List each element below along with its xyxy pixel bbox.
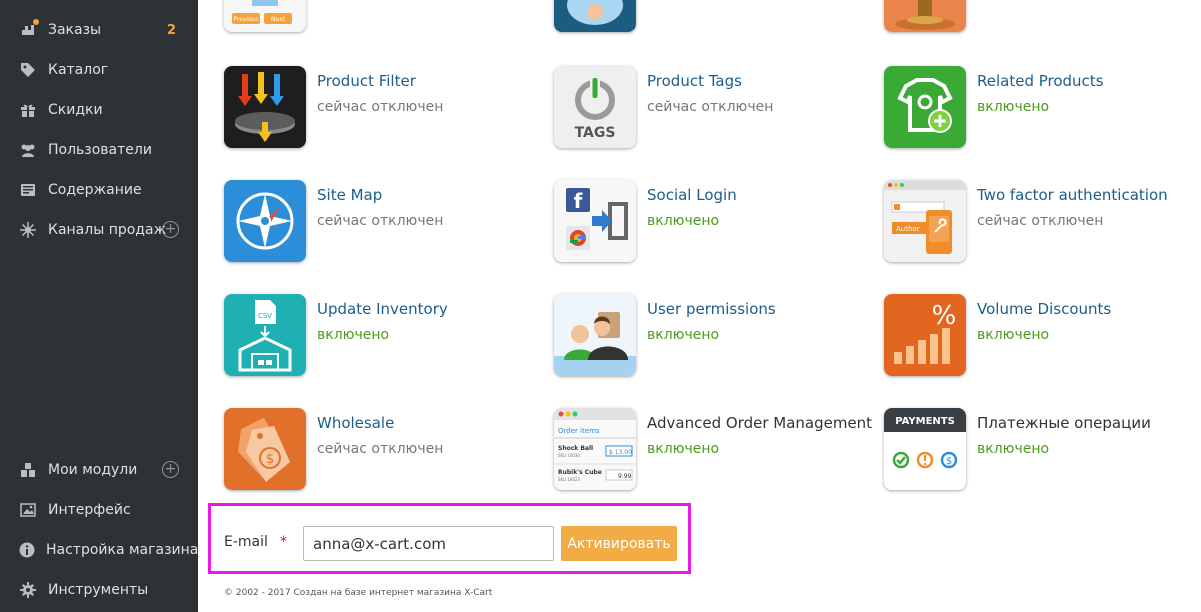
module-status: сейчас отключен <box>317 99 444 115</box>
module-status: включено <box>317 327 390 343</box>
module-name-link[interactable]: User permissions <box>647 300 776 318</box>
gear-icon <box>18 581 38 599</box>
sidebar-item-store-setup[interactable]: Настройка магазина <box>0 530 198 570</box>
order-price-2: 9.99 <box>618 473 632 480</box>
sidebar-item-label: Содержание <box>48 182 142 198</box>
payments-icon[interactable]: PAYMENTS $ <box>884 408 966 490</box>
module-status: включено <box>977 99 1050 115</box>
orders-count-badge: 2 <box>166 22 176 38</box>
users-icon <box>18 141 38 159</box>
order-item-2: Rubik's Cube <box>558 469 602 476</box>
sidebar-item-my-modules[interactable]: Мои модули + <box>0 450 198 490</box>
tag-icon <box>18 61 38 79</box>
order-sku-1: SKU 10030 <box>558 453 580 458</box>
module-name-link[interactable]: Related Products <box>977 72 1104 90</box>
module-status: сейчас отключен <box>317 441 444 457</box>
email-label: E-mail <box>224 534 268 550</box>
sidebar-item-label: Настройка магазина <box>46 542 199 558</box>
footer-copyright: © 2002 - 2017 Создан на базе интернет ма… <box>224 588 493 598</box>
sidebar-item-label: Интерфейс <box>48 502 131 518</box>
add-module-icon[interactable]: + <box>162 461 179 478</box>
sidebar-item-label: Пользователи <box>48 142 152 158</box>
module-name: Платежные операции <box>977 414 1151 432</box>
sidebar-item-sales-channels[interactable]: Каналы продаж + <box>0 210 198 250</box>
sidebar-item-content[interactable]: Содержание <box>0 170 198 210</box>
order-items-title: Order items <box>558 427 600 435</box>
notification-dot <box>33 19 39 25</box>
content-icon <box>18 181 38 199</box>
module-name-link[interactable]: Volume Discounts <box>977 300 1111 318</box>
pager-next-text: Next <box>271 16 286 23</box>
two-factor-icon[interactable]: Author <box>884 180 966 262</box>
svg-text:f: f <box>574 189 583 213</box>
partial-module-tile-1[interactable]: Previous Next <box>224 0 306 32</box>
partial-module-tile-3[interactable] <box>884 0 966 32</box>
module-name-link[interactable]: Update Inventory <box>317 300 448 318</box>
info-icon <box>18 541 36 559</box>
channels-icon <box>18 221 38 239</box>
tags-icon-text: TAGS <box>575 125 616 141</box>
module-name-link[interactable]: Product Filter <box>317 72 416 90</box>
required-mark: * <box>280 534 287 550</box>
email-input[interactable] <box>303 526 554 561</box>
sidebar-item-label: Скидки <box>48 102 103 118</box>
module-status: включено <box>647 213 720 229</box>
percent-text: % <box>932 301 957 331</box>
module-status: включено <box>977 441 1050 457</box>
product-filter-icon[interactable] <box>224 66 306 148</box>
order-item-1: Shock Ball <box>558 445 593 452</box>
order-sku-2: SKU 10023 <box>558 477 580 482</box>
compass-icon[interactable] <box>224 180 306 262</box>
add-channel-icon[interactable]: + <box>162 221 179 238</box>
image-icon <box>18 501 38 519</box>
sidebar-item-label: Инструменты <box>48 582 149 598</box>
sidebar-item-users[interactable]: Пользователи <box>0 130 198 170</box>
module-status: включено <box>977 327 1050 343</box>
author-text: Author <box>896 225 920 233</box>
related-products-icon[interactable] <box>884 66 966 148</box>
sidebar-item-label: Мои модули <box>48 462 138 478</box>
product-tags-icon[interactable]: TAGS <box>554 66 636 148</box>
module-name-link[interactable]: Site Map <box>317 186 382 204</box>
update-inventory-icon[interactable]: CSV <box>224 294 306 376</box>
sidebar-item-tools[interactable]: Инструменты <box>0 570 198 610</box>
sidebar-item-interface[interactable]: Интерфейс <box>0 490 198 530</box>
pager-previous-text: Previous <box>233 16 258 23</box>
order-management-icon[interactable]: Order items Shock Ball SKU 10030 $ 13.00… <box>554 408 636 490</box>
module-status: включено <box>647 327 720 343</box>
user-permissions-icon[interactable] <box>554 294 636 376</box>
dollar-text: $ <box>266 452 274 467</box>
social-login-icon[interactable]: f <box>554 180 636 262</box>
sidebar-item-label: Каталог <box>48 62 109 78</box>
csv-text: CSV <box>258 312 272 320</box>
wholesale-icon[interactable]: $ <box>224 408 306 490</box>
order-price-1: $ 13.00 <box>609 449 632 456</box>
svg-text:$: $ <box>946 456 952 467</box>
module-name-link[interactable]: Wholesale <box>317 414 394 432</box>
module-status: сейчас отключен <box>317 213 444 229</box>
module-status: сейчас отключен <box>977 213 1104 229</box>
sidebar: Заказы 2 Каталог Скидки Пользователи Сод… <box>0 0 198 612</box>
module-name-link[interactable]: Social Login <box>647 186 737 204</box>
payments-text: PAYMENTS <box>895 416 955 427</box>
module-name-link[interactable]: Product Tags <box>647 72 742 90</box>
partial-module-tile-2[interactable] <box>554 0 636 32</box>
volume-discounts-icon[interactable]: % <box>884 294 966 376</box>
module-status: включено <box>647 441 720 457</box>
module-name-link[interactable]: Two factor authentication <box>977 186 1168 204</box>
module-status: сейчас отключен <box>647 99 774 115</box>
sidebar-item-label: Каналы продаж <box>48 222 167 238</box>
sidebar-item-catalog[interactable]: Каталог <box>0 50 198 90</box>
module-name: Advanced Order Management <box>647 414 873 432</box>
sidebar-item-orders[interactable]: Заказы 2 <box>0 10 198 50</box>
gift-icon <box>18 101 38 119</box>
sidebar-item-label: Заказы <box>48 22 102 38</box>
sidebar-item-discounts[interactable]: Скидки <box>0 90 198 130</box>
modules-icon <box>18 461 38 479</box>
activate-button[interactable]: Активировать <box>561 526 677 561</box>
